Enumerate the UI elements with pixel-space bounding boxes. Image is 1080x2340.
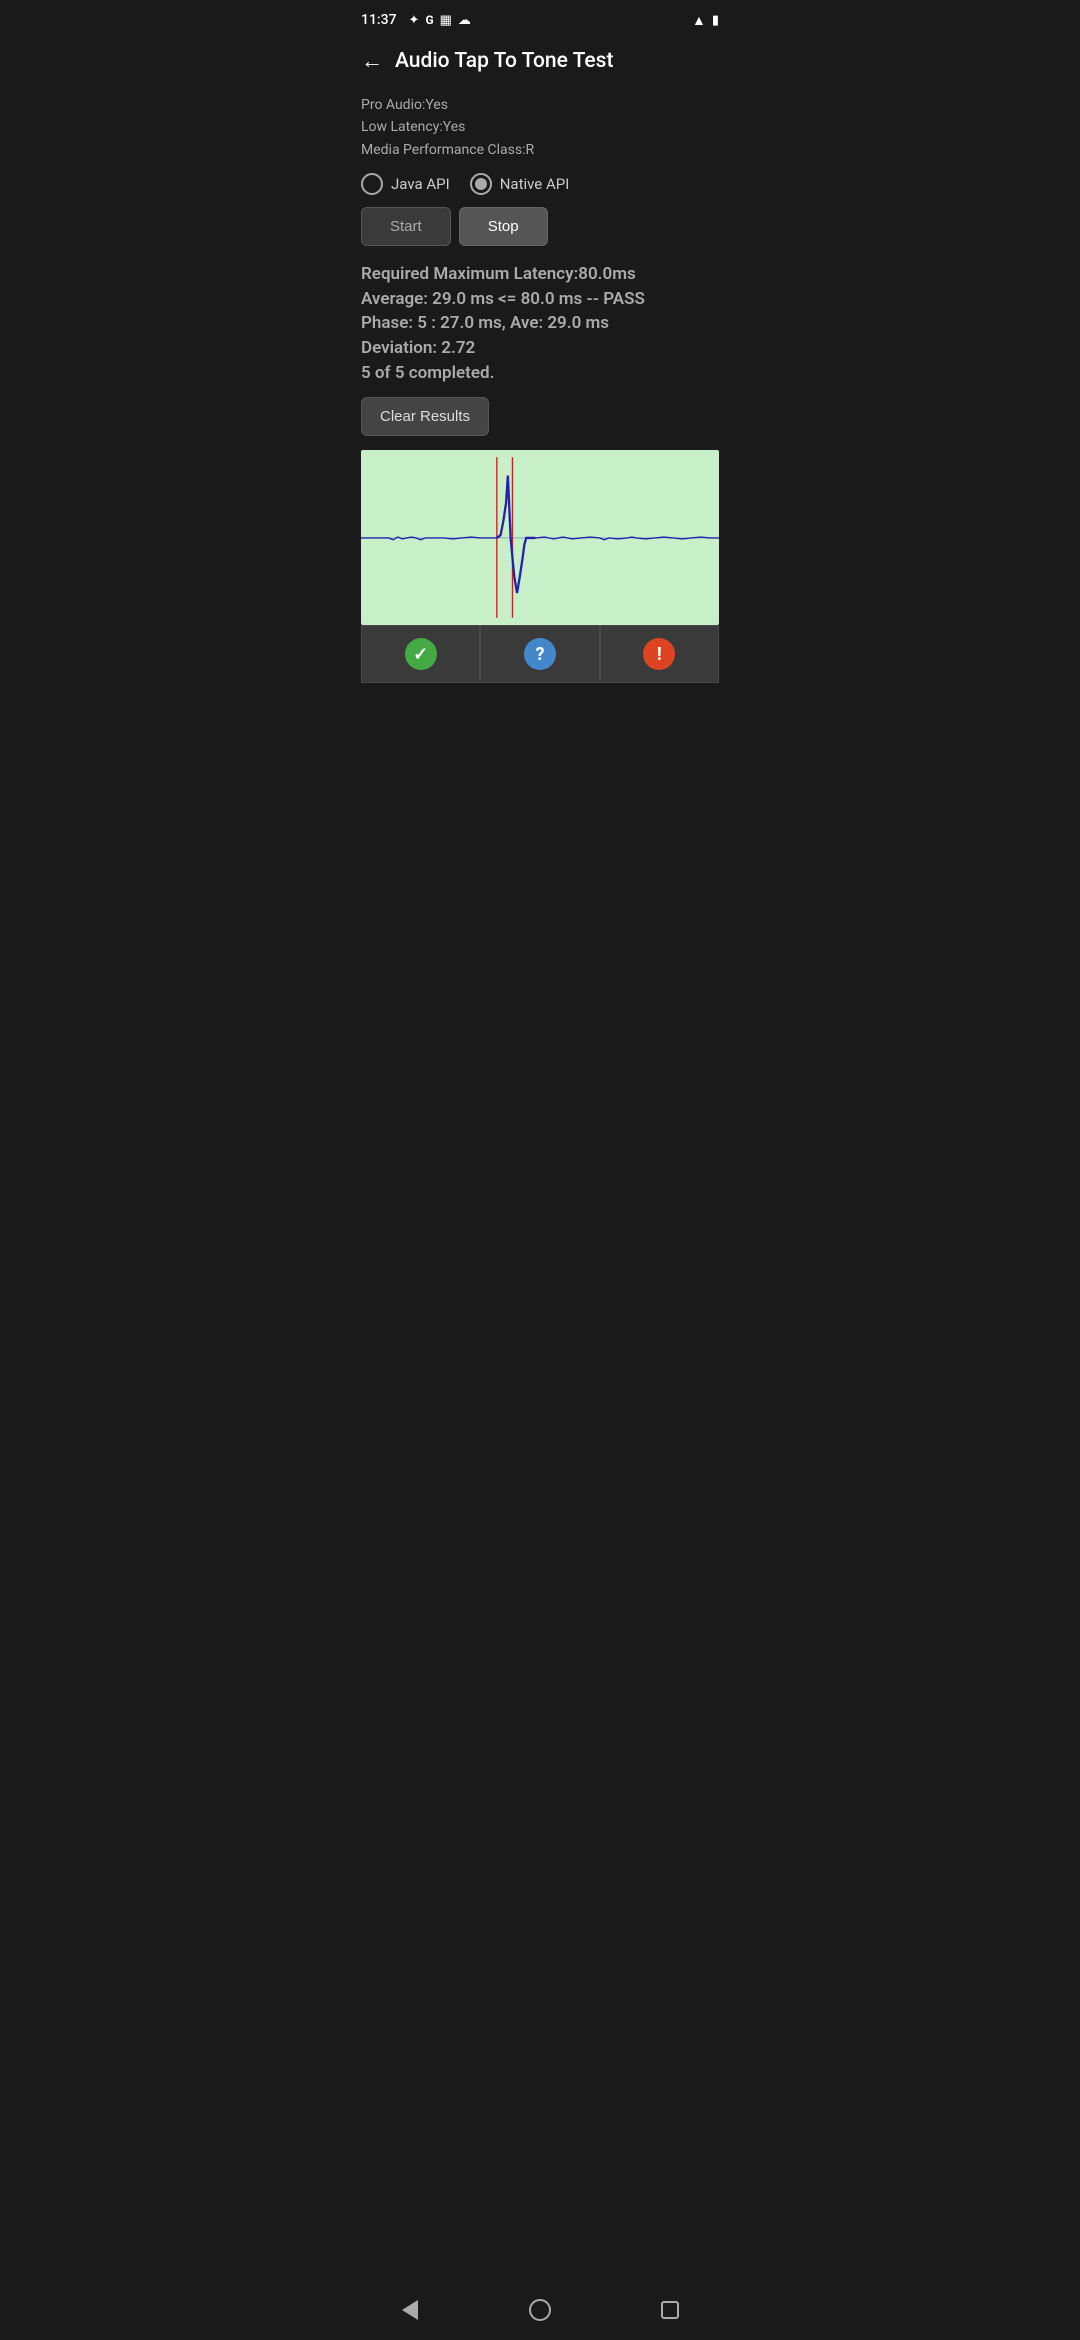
- status-icons-right: ▲ ▮: [692, 12, 719, 29]
- java-api-label: Java API: [391, 175, 450, 193]
- warning-button[interactable]: !: [600, 625, 719, 683]
- warning-icon: !: [643, 638, 675, 670]
- java-api-radio[interactable]: [361, 173, 383, 195]
- app-header: ← Audio Tap To Tone Test: [345, 36, 735, 86]
- recent-nav-icon: [661, 2301, 679, 2319]
- pass-button[interactable]: ✓: [361, 625, 480, 683]
- back-nav-icon: [402, 2300, 418, 2320]
- cloud-icon: ☁: [458, 13, 471, 28]
- result-line-5: 5 of 5 completed.: [361, 361, 719, 386]
- help-button[interactable]: ?: [480, 625, 599, 683]
- low-latency-label: Low Latency:Yes: [361, 116, 719, 138]
- status-time: 11:37: [361, 12, 397, 28]
- calendar-icon: ▦: [440, 13, 452, 28]
- nav-recent-button[interactable]: [645, 2292, 695, 2328]
- start-button[interactable]: Start: [361, 207, 451, 246]
- media-class-label: Media Performance Class:R: [361, 139, 719, 161]
- waveform-svg: [361, 450, 719, 625]
- content-area: Pro Audio:Yes Low Latency:Yes Media Perf…: [345, 86, 735, 683]
- nav-home-button[interactable]: [515, 2292, 565, 2328]
- clear-results-button[interactable]: Clear Results: [361, 397, 489, 436]
- native-api-label: Native API: [500, 175, 570, 193]
- back-button[interactable]: ←: [361, 48, 383, 74]
- result-line-3: Phase: 5 : 27.0 ms, Ave: 29.0 ms: [361, 311, 719, 336]
- result-line-1: Required Maximum Latency:80.0ms: [361, 262, 719, 287]
- java-api-option[interactable]: Java API: [361, 173, 450, 195]
- bottom-nav: [345, 2280, 735, 2340]
- results-section: Required Maximum Latency:80.0ms Average:…: [361, 262, 719, 385]
- native-api-radio[interactable]: [470, 173, 492, 195]
- control-buttons: Start Stop: [361, 207, 719, 246]
- nav-back-button[interactable]: [385, 2292, 435, 2328]
- action-buttons: ✓ ? !: [361, 625, 719, 683]
- pass-icon: ✓: [405, 638, 437, 670]
- google-icon: G: [425, 13, 433, 27]
- fan-icon: ✦: [409, 13, 420, 28]
- home-nav-icon: [529, 2299, 551, 2321]
- status-icons-left: ✦ G ▦ ☁: [409, 13, 471, 28]
- device-info: Pro Audio:Yes Low Latency:Yes Media Perf…: [361, 94, 719, 161]
- stop-button[interactable]: Stop: [459, 207, 548, 246]
- result-line-4: Deviation: 2.72: [361, 336, 719, 361]
- native-api-option[interactable]: Native API: [470, 173, 570, 195]
- result-line-2: Average: 29.0 ms <= 80.0 ms -- PASS: [361, 287, 719, 312]
- waveform-chart: [361, 450, 719, 625]
- api-selector: Java API Native API: [361, 173, 719, 195]
- pro-audio-label: Pro Audio:Yes: [361, 94, 719, 116]
- status-bar: 11:37 ✦ G ▦ ☁ ▲ ▮: [345, 0, 735, 36]
- battery-icon: ▮: [712, 13, 719, 28]
- help-icon: ?: [524, 638, 556, 670]
- app-title: Audio Tap To Tone Test: [395, 49, 613, 73]
- wifi-icon: ▲: [692, 12, 706, 29]
